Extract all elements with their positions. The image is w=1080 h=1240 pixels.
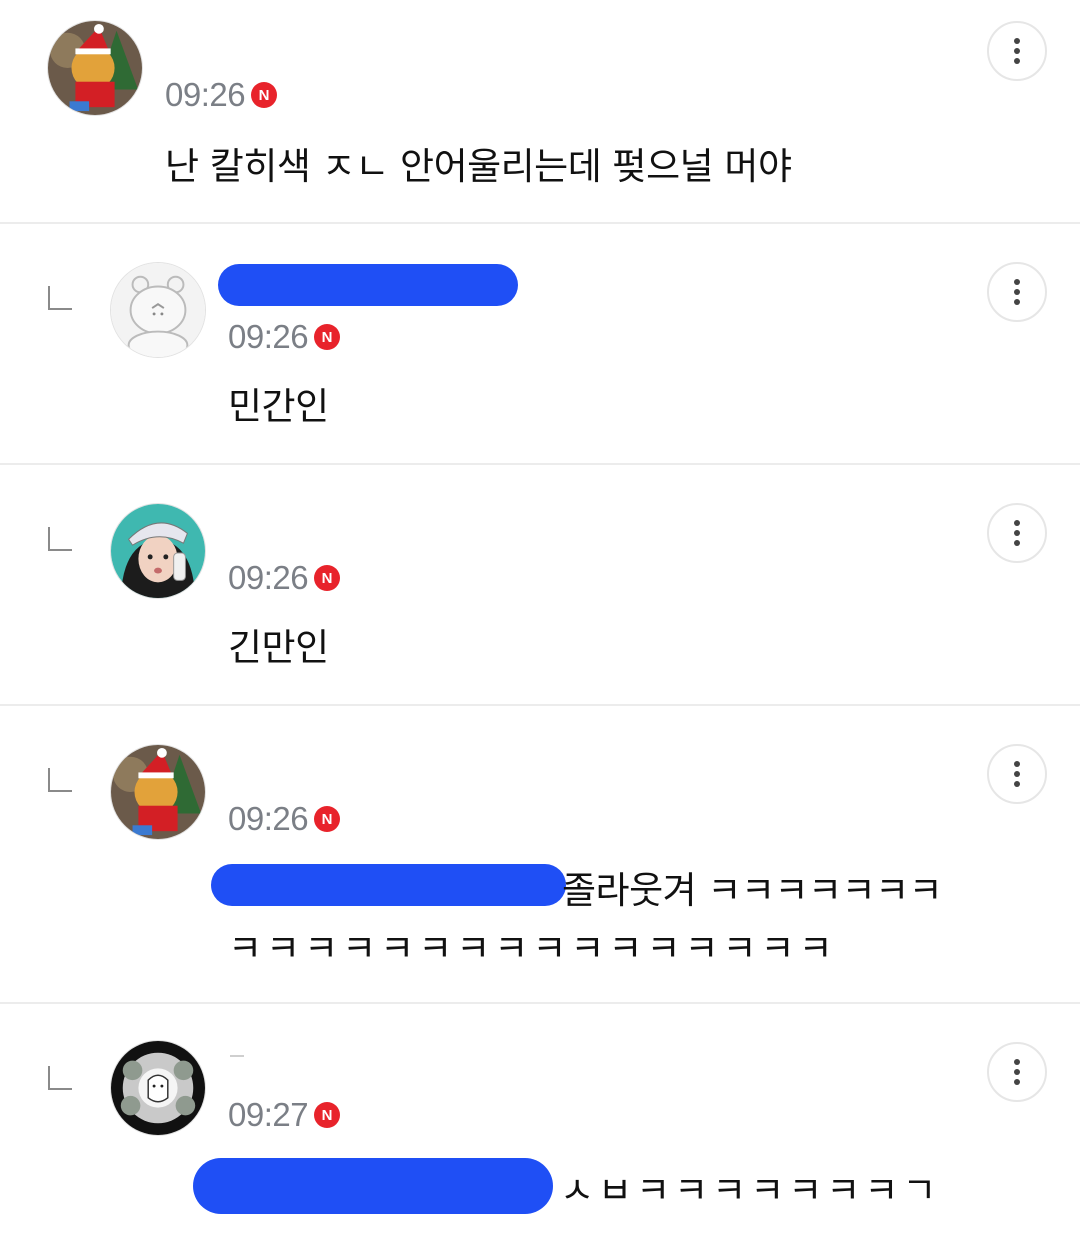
user-avatar[interactable] — [47, 20, 143, 116]
comment-time: 09:26 — [228, 318, 309, 355]
new-badge: N — [251, 82, 278, 108]
comment-text: ㅅㅂㅋㅋㅋㅋㅋㅋㅋㄱ — [560, 1169, 941, 1212]
reply-indicator-icon — [48, 1066, 72, 1090]
sheep-doodle-icon — [111, 1041, 205, 1135]
redacted-mention — [211, 864, 566, 906]
comment-meta: 09:27 N — [228, 1096, 341, 1134]
more-vertical-icon — [1014, 761, 1020, 787]
new-badge: N — [314, 1102, 341, 1128]
more-options-button[interactable] — [987, 1042, 1047, 1102]
reply-item: 09:26 N 민간인 — [0, 222, 1080, 465]
reply-indicator-icon — [48, 768, 72, 792]
more-vertical-icon — [1014, 520, 1020, 546]
comment-text-line2: ㅋㅋㅋㅋㅋㅋㅋㅋㅋㅋㅋㅋㅋㅋㅋㅋ — [228, 927, 837, 970]
more-vertical-icon — [1014, 279, 1020, 305]
comment-item: 09:26 N 난 칼히색 ㅈㄴ 안어울리는데 펒으널 머야 — [0, 0, 1080, 224]
reply-indicator-icon — [48, 527, 72, 551]
more-options-button[interactable] — [987, 262, 1047, 322]
girl-with-cap-icon — [111, 504, 205, 598]
comment-time: 09:26 — [165, 76, 246, 113]
cartoon-bear-icon — [111, 263, 205, 357]
new-badge: N — [314, 806, 341, 832]
comment-text: 긴만인 — [228, 626, 329, 669]
comment-meta: 09:26 N — [228, 318, 341, 356]
comment-meta: 09:26 N — [228, 559, 341, 597]
comment-time: 09:27 — [228, 1096, 309, 1133]
redacted-mention — [193, 1158, 553, 1214]
faint-username-mark — [230, 1055, 244, 1057]
comment-text-line1: 졸라웃겨 ㅋㅋㅋㅋㅋㅋㅋ — [562, 869, 943, 912]
comment-time: 09:26 — [228, 800, 309, 837]
comment-text: 민간인 — [228, 385, 329, 428]
redacted-username — [218, 264, 518, 306]
new-badge: N — [314, 565, 341, 591]
reply-indicator-icon — [48, 286, 72, 310]
user-avatar[interactable] — [110, 1040, 206, 1136]
comment-time: 09:26 — [228, 559, 309, 596]
reply-item: 09:26 N 졸라웃겨 ㅋㅋㅋㅋㅋㅋㅋ ㅋㅋㅋㅋㅋㅋㅋㅋㅋㅋㅋㅋㅋㅋㅋㅋ — [0, 704, 1080, 1004]
winnie-pooh-santa-icon — [111, 745, 205, 839]
comment-text: 난 칼히색 ㅈㄴ 안어울리는데 펒으널 머야 — [165, 145, 792, 188]
reply-item: 09:27 N ㅅㅂㅋㅋㅋㅋㅋㅋㅋㄱ — [0, 1002, 1080, 1240]
more-vertical-icon — [1014, 38, 1020, 64]
winnie-pooh-santa-icon — [48, 21, 142, 115]
more-vertical-icon — [1014, 1059, 1020, 1085]
more-options-button[interactable] — [987, 503, 1047, 563]
new-badge: N — [314, 324, 341, 350]
user-avatar[interactable] — [110, 503, 206, 599]
user-avatar[interactable] — [110, 262, 206, 358]
comment-meta: 09:26 N — [228, 800, 341, 838]
comment-meta: 09:26 N — [165, 76, 278, 114]
user-avatar[interactable] — [110, 744, 206, 840]
reply-item: 09:26 N 긴만인 — [0, 463, 1080, 706]
more-options-button[interactable] — [987, 21, 1047, 81]
more-options-button[interactable] — [987, 744, 1047, 804]
